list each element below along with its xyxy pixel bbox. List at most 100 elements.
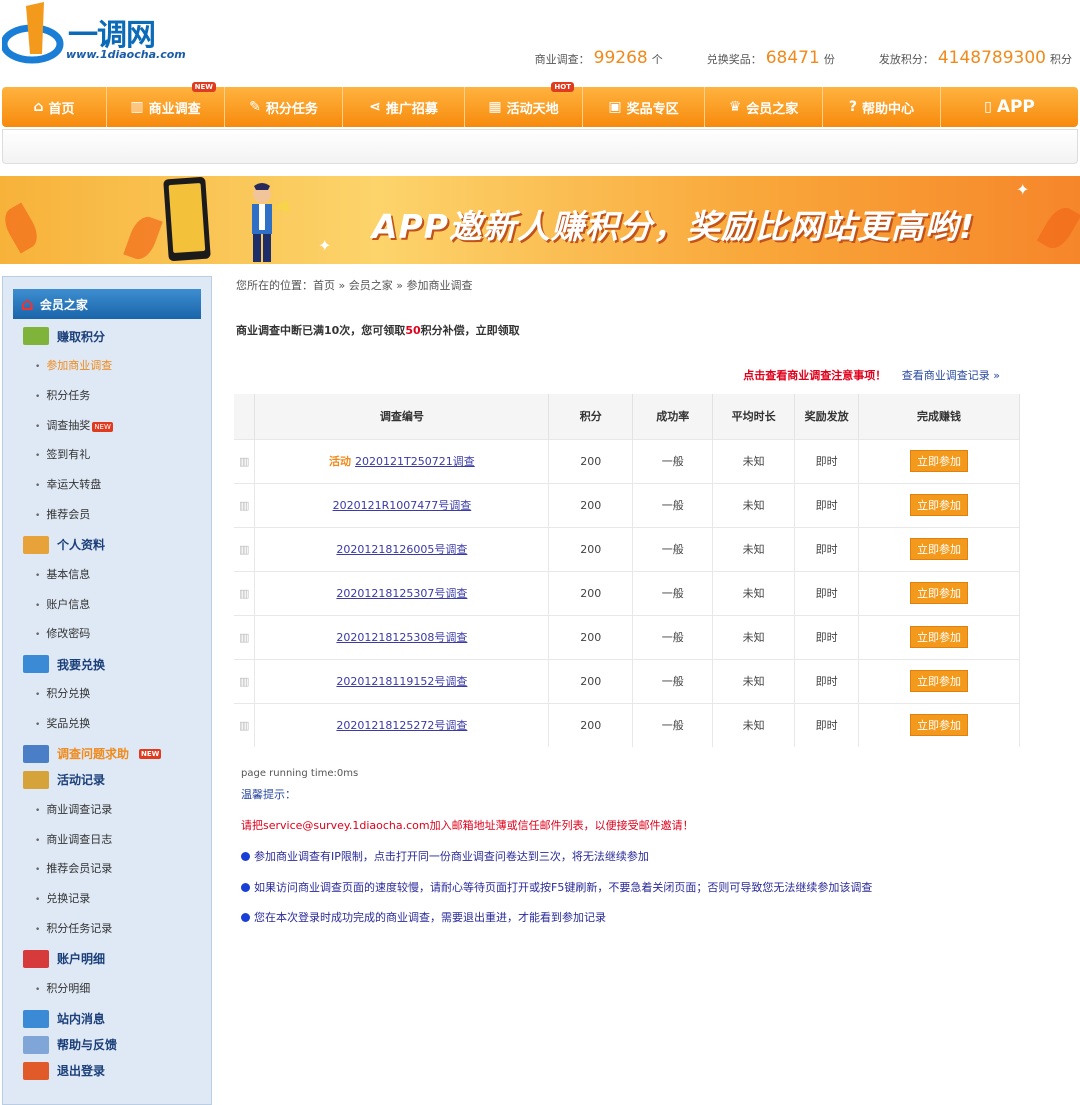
sidebar-section[interactable]: 调查问题求助 NEW [23,744,162,763]
survey-link[interactable]: 2020121T250721调查 [355,455,475,468]
join-button[interactable]: 立即参加 [910,714,969,737]
logo-icon [2,2,64,64]
join-button[interactable]: 立即参加 [910,494,969,516]
sidebar-link[interactable]: 积分兑换 [35,685,90,701]
sidebar-link[interactable]: 推荐会员 [35,506,90,522]
survey-reward: 即时 [794,570,860,615]
survey-points: 200 [548,614,634,659]
leaf-decoration [0,202,44,254]
sidebar-section[interactable]: 赚取积分 [23,327,105,345]
sidebar-section[interactable]: 账户明细 [23,949,106,968]
join-button[interactable]: 立即参加 [910,670,969,692]
sidebar-link[interactable]: 签到有礼 [35,446,90,462]
nav-item-1[interactable]: ▥ 商业调查 NEW [107,82,225,127]
join-button[interactable]: 立即参加 [910,450,969,472]
survey-points: 200 [548,658,634,703]
sidebar-link[interactable]: 参加商业调查 [35,357,112,373]
person-illustration [252,183,290,262]
sidebar-link[interactable]: 幸运大转盘 [35,476,101,492]
section-icon [23,535,49,554]
nav-item-label: 会员之家 [746,101,799,117]
sidebar-link[interactable]: 账户信息 [35,596,90,612]
section-icon [23,770,49,789]
sidebar-link-label: 兑换记录 [46,892,91,906]
nav-item-label: 积分任务 [265,101,318,117]
table-row: ▥ 20201218125272号调查 200 一般 未知 即时 立即参加 [234,702,1020,747]
survey-reward: 即时 [794,482,860,527]
sidebar-section-label: 站内消息 [57,1012,106,1027]
row-chart-icon: ▥ [234,438,256,483]
sidebar-link[interactable]: 积分明细 [35,980,90,996]
sidebar-link-label: 推荐会员记录 [46,862,113,876]
sidebar-link[interactable]: 基本信息 [35,566,90,582]
compensation-notice[interactable]: 商业调查中断已满10次，您可领取50积分补偿，立即领取 [236,322,520,338]
sidebar-link[interactable]: 兑换记录 [35,890,90,906]
sidebar-section[interactable]: 退出登录 [23,1061,105,1080]
nav-item-2[interactable]: ✎ 积分任务 [225,87,343,127]
nav-item-3[interactable]: ⋖ 推广招募 [343,87,465,127]
rules-link[interactable]: 点击查看商业调查注意事项！ [743,369,886,382]
nav-item-0[interactable]: ⌂ 首页 [2,87,107,127]
table-row: ▥ 20201218126005号调查 200 一般 未知 即时 立即参加 [234,526,1020,571]
nav-item-4[interactable]: ▦ 活动天地 HOT [465,82,583,127]
nav-item-5[interactable]: ▣ 奖品专区 [583,87,705,127]
sidebar-link-label: 积分任务 [46,388,91,402]
sidebar-section[interactable]: 个人资料 [23,535,105,554]
nav-item-6[interactable]: ♛ 会员之家 [705,87,823,127]
promo-banner[interactable]: ✦ ✦ APP邀新人赚积分，奖励比网站更高哟! [0,176,1080,264]
sidebar-link[interactable]: 调查抽奖NEW [35,417,113,433]
sidebar-section[interactable]: 站内消息 [23,1009,106,1028]
sidebar-section[interactable]: 活动记录 [23,770,106,789]
survey-points: 200 [548,482,634,527]
table-header-spacer [234,394,256,439]
join-button[interactable]: 立即参加 [910,538,969,560]
join-button[interactable]: 立即参加 [910,582,969,604]
survey-rate: 一般 [632,438,714,483]
nav-badge: NEW [191,82,216,92]
tip-item: 您在本次登录时成功完成的商业调查，需要退出重进，才能看到参加记录 [241,909,606,925]
sidebar-link[interactable]: 商业调查记录 [35,801,112,817]
join-button[interactable]: 立即参加 [910,626,969,648]
gift-icon: ▣ [608,99,622,115]
survey-time: 未知 [712,526,796,571]
survey-link[interactable]: 20201218125307号调查 [336,587,467,600]
col-points: 积分 [548,394,634,439]
sidebar-link-label: 奖品兑换 [46,717,91,730]
site-logo[interactable]: 一调网 www.1diaocha.com [2,2,186,66]
sidebar-section-label: 我要兑换 [57,657,106,672]
table-row: ▥ 2020121R1007477号调查 200 一般 未知 即时 立即参加 [234,482,1020,527]
sidebar-home[interactable]: ⌂ 会员之家 [13,289,201,319]
stat-item: 商业调查： 99268 个 [535,48,663,68]
nav-badge: HOT [551,82,574,92]
sidebar-link[interactable]: 推荐会员记录 [35,860,112,876]
sidebar-link[interactable]: 奖品兑换 [35,715,90,731]
sidebar-section-label: 活动记录 [57,773,106,788]
nav-item-8[interactable]: ▯ APP [941,87,1078,127]
row-chart-icon: ▥ [234,702,256,747]
survey-time: 未知 [712,614,796,659]
stat-value: 99268 [593,48,648,68]
records-link[interactable]: 查看商业调查记录 » [902,369,1000,382]
action-cell: 立即参加 [858,614,1020,659]
row-chart-icon: ▥ [234,526,256,571]
col-reward: 奖励发放 [794,394,860,439]
nav-item-7[interactable]: ? 帮助中心 [823,87,941,127]
survey-link[interactable]: 20201218125272号调查 [336,719,467,732]
tip-item: 如果访问商业调查页面的速度较慢，请耐心等待页面打开或按F5键刷新，不要急着关闭页… [241,879,872,895]
sidebar-section[interactable]: 我要兑换 [23,655,106,674]
survey-link[interactable]: 20201218126005号调查 [336,543,467,556]
sidebar-section[interactable]: 帮助与反馈 [23,1035,117,1054]
notice-points: 50 [405,324,421,337]
survey-link[interactable]: 20201218119152号调查 [336,675,467,688]
brand-url: www.1diaocha.com [66,48,186,61]
sidebar-section-label: 调查问题求助 [57,747,130,762]
sidebar-link[interactable]: 积分任务记录 [35,920,112,936]
survey-link[interactable]: 2020121R1007477号调查 [333,499,472,512]
section-icon [23,744,49,763]
sidebar-link[interactable]: 商业调查日志 [35,831,112,847]
sidebar-link[interactable]: 积分任务 [35,387,90,403]
survey-link[interactable]: 20201218125308号调查 [336,631,467,644]
sidebar-section-label: 账户明细 [57,952,106,967]
sidebar-link[interactable]: 修改密码 [35,625,90,641]
survey-id-cell: 活动 2020121T250721调查 [254,438,550,483]
